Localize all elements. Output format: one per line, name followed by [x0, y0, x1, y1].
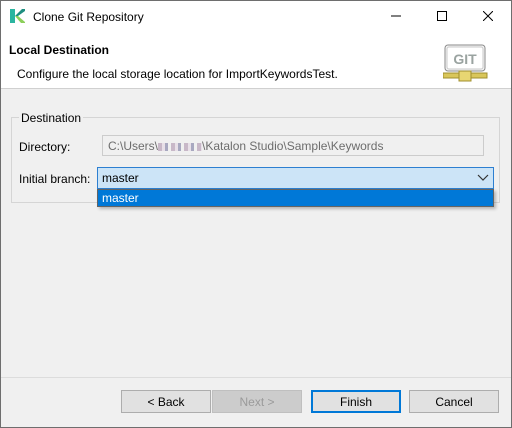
- directory-label: Directory:: [19, 140, 71, 154]
- minimize-icon: [391, 15, 401, 17]
- window-title: Clone Git Repository: [33, 10, 144, 24]
- close-icon: [483, 11, 493, 21]
- git-logo-icon: GIT: [442, 43, 489, 83]
- directory-suffix: \Katalon Studio\Sample\Keywords: [202, 139, 384, 153]
- clone-git-repository-dialog: Clone Git Repository Local Destination C…: [0, 0, 512, 428]
- back-button[interactable]: < Back: [121, 390, 211, 413]
- initial-branch-dropdown: master: [97, 189, 494, 207]
- page-description: Configure the local storage location for…: [17, 67, 338, 81]
- dropdown-option-master[interactable]: master: [98, 190, 493, 206]
- next-button[interactable]: Next >: [212, 390, 302, 413]
- directory-field: C:\Users\ \Katalon Studio\Sample\Keywords: [102, 135, 484, 156]
- chevron-down-icon[interactable]: [477, 170, 489, 184]
- button-separator: [1, 377, 511, 378]
- close-button[interactable]: [465, 1, 511, 31]
- page-title: Local Destination: [9, 43, 110, 57]
- redacted-username: [158, 142, 203, 151]
- katalon-logo-icon: [9, 8, 25, 24]
- maximize-button[interactable]: [419, 1, 465, 31]
- directory-prefix: C:\Users\: [108, 139, 159, 153]
- initial-branch-value: master: [102, 171, 139, 185]
- cancel-button[interactable]: Cancel: [409, 390, 499, 413]
- maximize-icon: [437, 11, 447, 21]
- destination-group-label: Destination: [19, 111, 84, 125]
- title-bar: Clone Git Repository: [1, 1, 511, 31]
- initial-branch-label: Initial branch:: [19, 172, 91, 186]
- wizard-header: Local Destination Configure the local st…: [1, 31, 511, 89]
- initial-branch-combo[interactable]: master: [97, 167, 494, 189]
- minimize-button[interactable]: [373, 1, 419, 31]
- git-logo-text: GIT: [453, 51, 477, 67]
- finish-button[interactable]: Finish: [311, 390, 401, 413]
